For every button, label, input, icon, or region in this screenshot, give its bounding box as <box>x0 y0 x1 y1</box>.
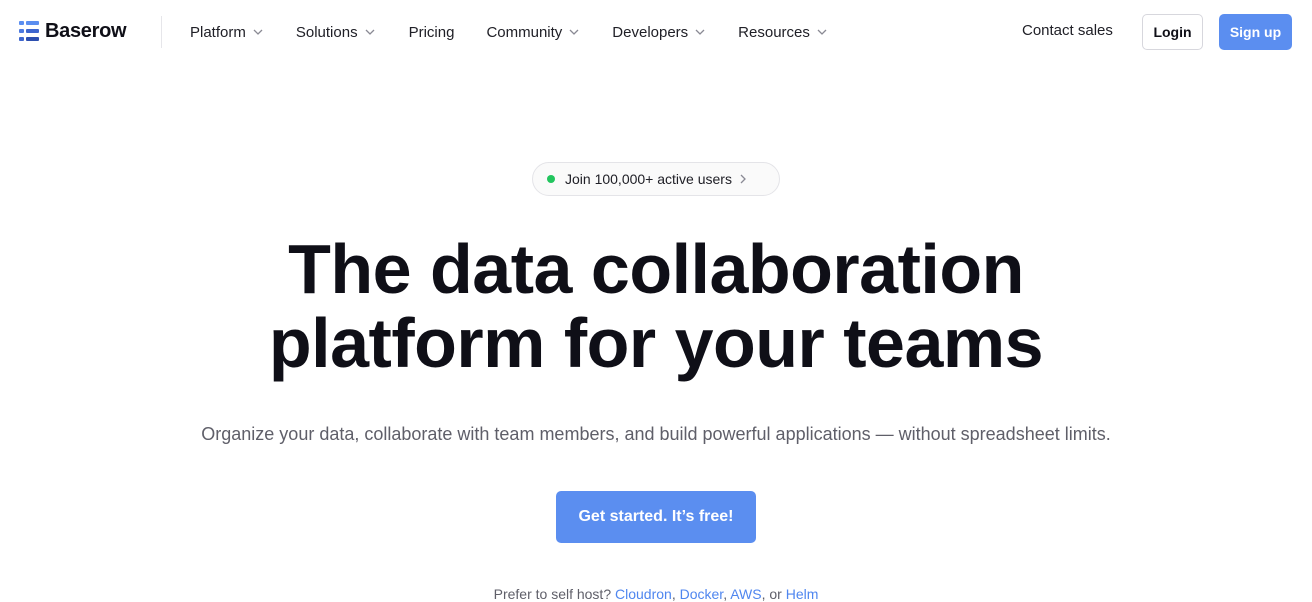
chevron-down-icon <box>817 29 827 35</box>
contact-sales-link[interactable]: Contact sales <box>1022 22 1113 39</box>
nav-item-pricing[interactable]: Pricing <box>409 24 455 41</box>
nav-divider <box>161 16 162 48</box>
chevron-down-icon <box>569 29 579 35</box>
hero-subtitle: Organize your data, collaborate with tea… <box>201 424 1111 444</box>
get-started-button[interactable]: Get started. It’s free! <box>556 491 756 543</box>
status-dot-icon <box>547 175 555 183</box>
nav-item-label: Solutions <box>295 23 358 41</box>
login-button[interactable]: Login <box>1142 14 1203 50</box>
top-navigation: Baserow Platform Solutions Pricing Commu… <box>0 0 1312 64</box>
hero-title: The data collaboration platform for your… <box>0 232 1312 380</box>
brand-logo[interactable]: Baserow <box>19 20 127 43</box>
chevron-down-icon <box>253 29 263 35</box>
chevron-down-icon <box>695 29 705 35</box>
nav-item-resources[interactable]: Resources <box>738 24 827 41</box>
self-host-prefix: Prefer to self host? <box>493 586 612 602</box>
brand-name: Baserow <box>45 20 127 42</box>
nav-item-label: Developers <box>612 23 689 41</box>
nav-item-label: Pricing <box>408 23 455 41</box>
nav-item-label: Resources <box>738 23 810 41</box>
or-text: or <box>769 586 782 602</box>
baserow-logo-icon <box>19 21 39 42</box>
chevron-right-icon <box>740 174 746 184</box>
aws-link[interactable]: AWS <box>730 586 761 602</box>
separator: , <box>723 586 728 602</box>
cloudron-link[interactable]: Cloudron <box>615 586 672 602</box>
docker-link[interactable]: Docker <box>680 586 724 602</box>
hero-title-line-2: platform for your teams <box>268 304 1044 382</box>
nav-item-developers[interactable]: Developers <box>612 24 705 41</box>
nav-item-platform[interactable]: Platform <box>190 24 263 41</box>
nav-item-label: Platform <box>190 23 246 41</box>
hero-title-line-1: The data collaboration <box>288 230 1024 308</box>
separator: , <box>671 586 676 602</box>
sign-up-button[interactable]: Sign up <box>1219 14 1292 50</box>
nav-links: Platform Solutions Pricing Community Dev… <box>190 0 827 64</box>
helm-link[interactable]: Helm <box>786 586 819 602</box>
nav-item-community[interactable]: Community <box>486 24 579 41</box>
nav-item-label: Community <box>486 23 563 41</box>
nav-item-solutions[interactable]: Solutions <box>296 24 375 41</box>
self-host-line: Prefer to self host? Cloudron, Docker, A… <box>0 586 1312 602</box>
separator: , <box>761 586 766 602</box>
active-users-badge[interactable]: Join 100,000+ active users <box>532 162 780 196</box>
chevron-down-icon <box>365 29 375 35</box>
badge-text: Join 100,000+ active users <box>565 171 732 187</box>
